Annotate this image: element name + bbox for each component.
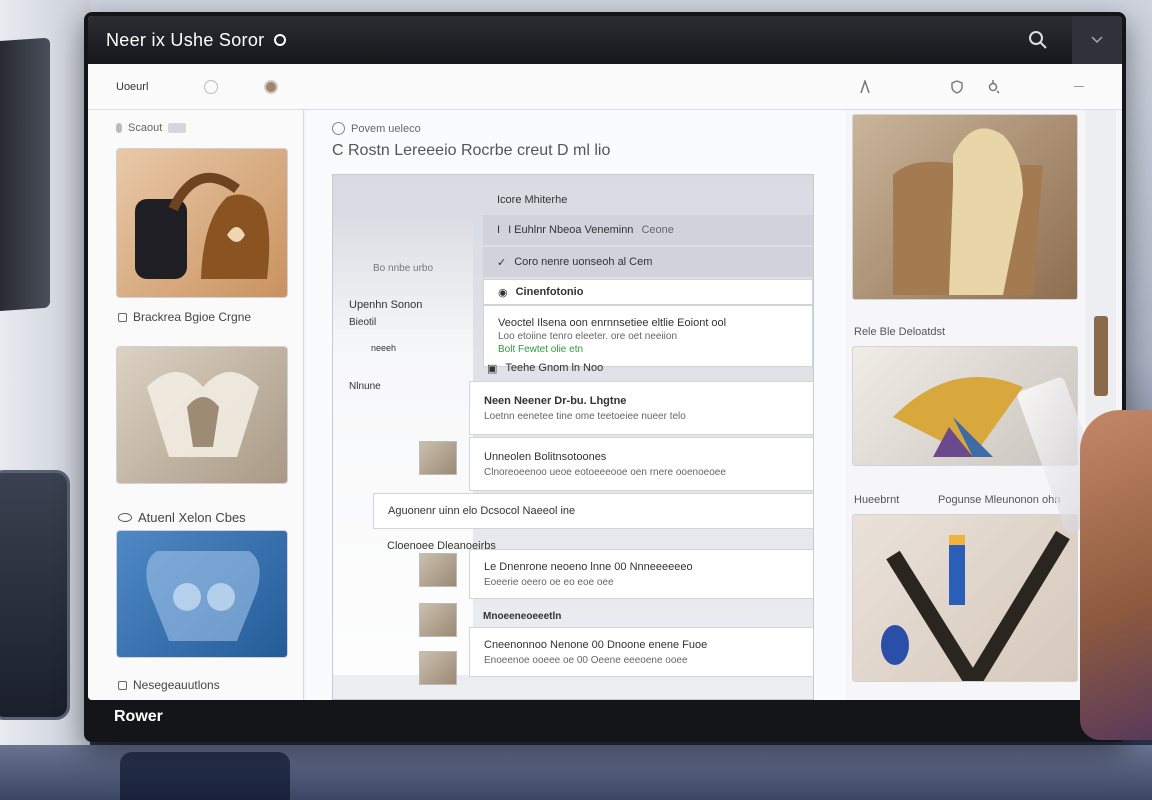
main-panel: Povem ueleco C Rostn Lereeeio Rocrbe cre… — [306, 110, 846, 700]
ghost-line: Upenhn Sonon — [349, 299, 423, 311]
card-title: Atuenl Xelon Cbes — [138, 510, 246, 525]
card-label-3[interactable]: Nesegeauutlons — [118, 678, 220, 692]
row-text: I Euhlnr Nbeoa Veneminn — [508, 224, 634, 236]
row-text: Unneolen Bolitnsotoones — [484, 450, 607, 463]
user-icon[interactable] — [858, 80, 872, 94]
card-label-1[interactable]: Brackrea Bgioe Crgne — [118, 310, 251, 324]
list-item[interactable]: Cneenonnoo Nenone 00 Dnoone enene Fuoe E… — [469, 627, 813, 677]
row-sub: Clnoreoeenoo ueoe eotoeeeooe oen rnere o… — [484, 466, 726, 478]
list-item[interactable]: I I Euhlnr Nbeoa Veneminn Ceone — [483, 215, 813, 245]
card-image-3[interactable] — [116, 530, 288, 658]
row-text: Neen Neener Dr-bu. Lhgtne — [484, 394, 627, 407]
row-text: Le Dnenrone neoeno lnne 00 Nnneeeeeeo — [484, 560, 693, 573]
hand-objects-image — [881, 530, 1070, 681]
card-image-2[interactable] — [116, 346, 288, 484]
toggle-icon[interactable] — [204, 80, 218, 94]
user-icon: ◉ — [498, 286, 508, 299]
sculpture-image — [147, 372, 259, 457]
bag-image — [135, 172, 270, 279]
row-sub: Enoeenoe ooeee oe 00 Oeene eeeoene ooee — [484, 654, 688, 666]
search-icon[interactable] — [1028, 30, 1048, 50]
breadcrumb[interactable]: Povem ueleco — [332, 122, 421, 135]
card-image-1[interactable] — [116, 148, 288, 298]
doc-icon — [118, 312, 127, 322]
row-meta: Ceone — [641, 224, 674, 236]
sidebar-search[interactable]: Scaout — [116, 122, 187, 134]
card-title: Nesegeauutlons — [133, 678, 220, 692]
gallery-caption: Rele Ble Deloatdst — [854, 326, 946, 338]
menu-button[interactable] — [1072, 16, 1122, 64]
screen: Neer ix Ushe Soror Uoeurl Scaout Brackre… — [88, 16, 1122, 700]
filter-chip[interactable] — [168, 123, 187, 133]
toolbar-label[interactable]: Uoeurl — [116, 81, 148, 93]
shield-icon[interactable] — [950, 80, 964, 94]
doc-icon — [118, 680, 127, 690]
list-item[interactable]: Aguonenr uinn elo Dcsocol Naeeol ine — [373, 493, 813, 529]
back-icon — [332, 122, 345, 135]
row-text: Cinenfotonio — [515, 286, 584, 298]
monitor: Neer ix Ushe Soror Uoeurl Scaout Brackre… — [84, 12, 1126, 742]
bezel-label: Rower — [114, 708, 163, 725]
breadcrumb-text: Povem ueleco — [351, 122, 421, 135]
scroll-thumb[interactable] — [1094, 316, 1108, 396]
row-sub: Loetnn eenetee tine ome teetoeiee nueer … — [484, 410, 686, 422]
foreground-hand — [1080, 410, 1152, 740]
page-title: C Rostn Lereeeio Rocrbe creut D ml lio — [332, 142, 611, 159]
row-sub: Eoeerie oeero oe eo eoe oee — [484, 576, 614, 588]
desk-device — [120, 752, 290, 800]
thumbnail[interactable] — [419, 553, 457, 587]
row-text: Teehe Gnom ln Noo — [505, 362, 604, 374]
row-text: Cneenonnoo Nenone 00 Dnoone enene Fuoe — [484, 638, 708, 651]
row-text: Aguonenr uinn elo Dcsocol Naeeol ine — [388, 505, 576, 517]
eye-icon — [118, 513, 132, 522]
app-title: Neer ix Ushe Soror — [106, 29, 265, 50]
check-icon: ✓ — [497, 256, 507, 269]
gallery-image-3[interactable] — [852, 514, 1078, 682]
background-monitor — [0, 37, 50, 313]
list-item[interactable]: ◉ Cinenfotonio — [483, 279, 813, 305]
status-icon — [274, 34, 287, 46]
ghost-line: Bo nnbe urbo — [373, 263, 434, 274]
gear-icon[interactable] — [986, 80, 1000, 94]
ghost-line: neeeh — [371, 343, 397, 353]
row-text: Veoctel Ilsena oon enrnnsetiee eltlie Eo… — [498, 317, 727, 329]
bullet-icon: I — [497, 224, 501, 236]
list-item[interactable]: Icore Mhiterhe — [483, 185, 813, 215]
sidebar-search-label: Scaout — [128, 122, 163, 134]
gallery-caption: Pogunse Mleunonon ohn — [938, 494, 1061, 506]
list-item[interactable]: ✓ Coro nenre uonseoh al Cem — [483, 247, 813, 277]
thumbnail[interactable] — [419, 603, 457, 637]
minimize-icon[interactable] — [1074, 86, 1084, 87]
background-tablet — [0, 470, 70, 720]
list-item[interactable]: Neen Neener Dr-bu. Lhgtne Loetnn eenetee… — [469, 381, 813, 435]
gallery-caption: Hueebrnt — [854, 494, 900, 506]
hooded-figure-image — [893, 128, 1043, 295]
thumbnail[interactable] — [419, 651, 457, 685]
toolbar: Uoeurl — [88, 64, 1122, 110]
row-text: Mnoeeneoeeetln — [483, 610, 562, 622]
list-item[interactable]: ▣ Teehe Gnom ln Noo — [473, 353, 813, 383]
card-title: Brackrea Bgioe Crgne — [133, 310, 252, 324]
record-icon[interactable] — [264, 80, 278, 94]
device-image — [146, 551, 260, 641]
card-label-2[interactable]: Atuenl Xelon Cbes — [118, 510, 246, 525]
row-sub: Loo etoiine tenro eleeter. ore oet neeii… — [498, 331, 678, 342]
gallery-image-1[interactable] — [852, 114, 1078, 300]
chevron-down-icon — [1091, 36, 1103, 44]
ghost-line: Nlnune — [349, 381, 381, 392]
pin-icon — [116, 123, 122, 133]
title-bar: Neer ix Ushe Soror — [88, 16, 1122, 64]
list-item[interactable]: Le Dnenrone neoeno lnne 00 Nnneeeeeeo Eo… — [469, 549, 813, 599]
thumbnail[interactable] — [419, 441, 457, 475]
row-text: Icore Mhiterhe — [497, 194, 568, 206]
row-text: Coro nenre uonseoh al Cem — [514, 256, 653, 268]
checkbox-icon[interactable]: ▣ — [487, 362, 497, 375]
sidebar: Scaout Brackrea Bgioe Crgne Atuenl Xelon… — [88, 110, 304, 700]
list-item[interactable]: Unneolen Bolitnsotoones Clnoreoeenoo ueo… — [469, 437, 813, 491]
document-panel: Bo nnbe urbo Upenhn Sonon Bieotil neeeh … — [332, 174, 814, 700]
ghost-line: Bieotil — [349, 317, 377, 328]
